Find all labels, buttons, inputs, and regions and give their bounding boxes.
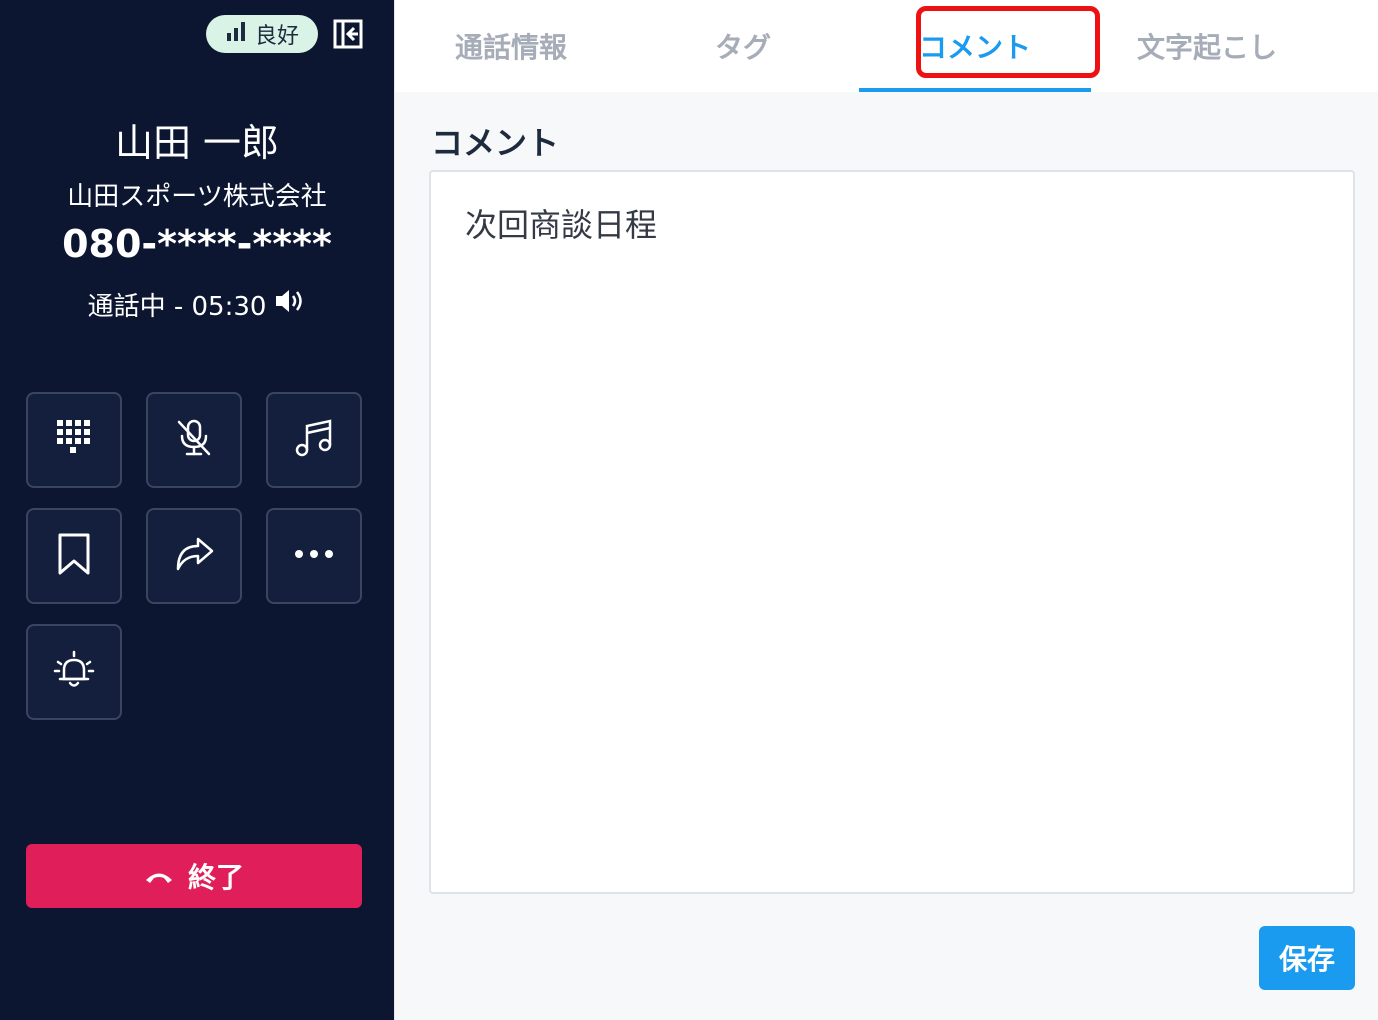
forward-icon [172, 532, 216, 580]
save-button[interactable]: 保存 [1259, 926, 1355, 990]
more-icon [292, 532, 336, 580]
tab-bar: 通話情報 タグ コメント 文字起こし [395, 0, 1378, 92]
caller-company: 山田スポーツ株式会社 [67, 182, 327, 212]
tab-tags[interactable]: タグ [627, 0, 859, 92]
tab-comment[interactable]: コメント [859, 0, 1091, 92]
call-status: 通話中 - 05:30 [0, 286, 394, 323]
hold-music-button[interactable] [266, 392, 362, 488]
caller-phone: 080-****-**** [62, 222, 332, 266]
collapse-panel-icon [332, 19, 364, 54]
hang-up-icon [144, 860, 174, 893]
speaker-icon[interactable] [274, 287, 306, 322]
comment-textarea[interactable]: 次回商談日程 [429, 170, 1355, 894]
music-note-icon [292, 416, 336, 464]
caller-name: 山田 一郎 [114, 121, 280, 165]
end-call-button[interactable]: 終了 [26, 844, 362, 908]
end-call-label: 終了 [187, 861, 244, 894]
content-panel: 通話情報 タグ コメント 文字起こし コメント 次回商談日程 保存 [394, 0, 1378, 1020]
signal-badge: 良好 [206, 15, 318, 53]
bookmark-icon [52, 532, 96, 580]
call-status-text: 通話中 - 05:30 [87, 292, 267, 322]
mute-button[interactable] [146, 392, 242, 488]
tab-call-info[interactable]: 通話情報 [395, 0, 627, 92]
mic-off-icon [172, 416, 216, 464]
more-button[interactable] [266, 508, 362, 604]
signal-label: 良好 [254, 24, 299, 49]
bookmark-button[interactable] [26, 508, 122, 604]
alarm-button[interactable] [26, 624, 122, 720]
collapse-panel-button[interactable] [332, 18, 364, 50]
tab-transcription[interactable]: 文字起こし [1091, 0, 1323, 92]
dialpad-icon [52, 416, 96, 464]
comment-section-title: コメント [431, 124, 560, 162]
dialpad-button[interactable] [26, 392, 122, 488]
alarm-bell-icon [52, 648, 96, 696]
transfer-button[interactable] [146, 508, 242, 604]
signal-strength-icon [225, 20, 247, 48]
call-panel: 良好 山田 一郎 山田スポーツ株式会社 080-****-**** 通話中 - … [0, 0, 394, 1020]
